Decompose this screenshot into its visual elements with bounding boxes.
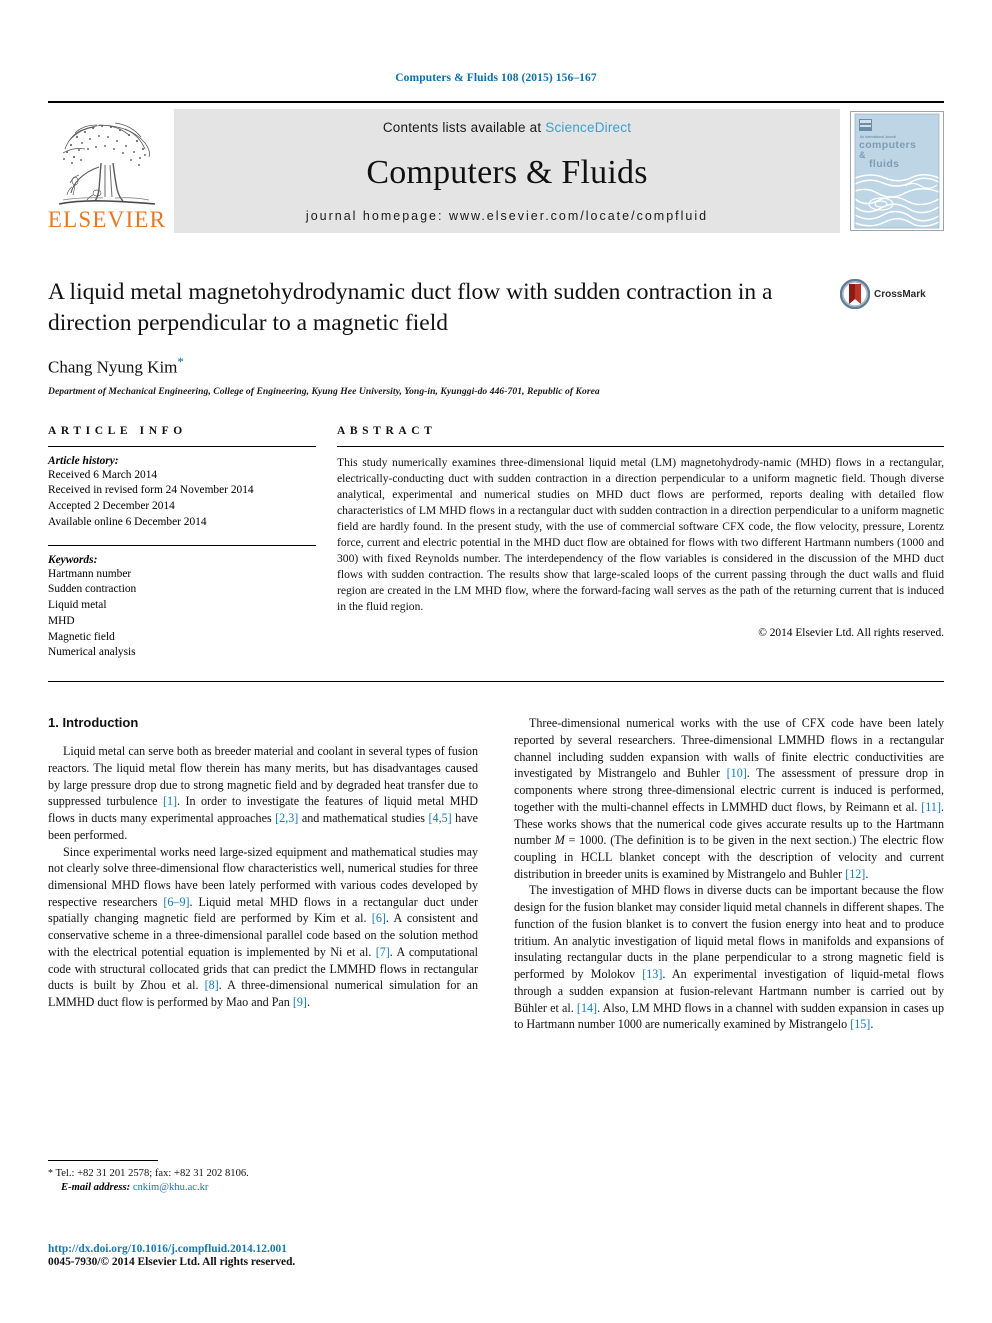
- citation-link[interactable]: [12]: [845, 867, 865, 881]
- keyword-item: MHD: [48, 614, 75, 627]
- journal-title: Computers & Fluids: [366, 154, 648, 191]
- running-head: Computers & Fluids 108 (2015) 156–167: [395, 72, 597, 84]
- paragraph-text: The investigation of MHD flows in divers…: [514, 883, 944, 1032]
- footnote-marker: *: [48, 1168, 53, 1179]
- title-block: A liquid metal magnetohydrodynamic duct …: [48, 277, 944, 397]
- keyword-item: Sudden contraction: [48, 583, 137, 596]
- article-info-column: ARTICLE INFO Article history: Received 6…: [48, 425, 316, 661]
- footnote-tel: * Tel.: +82 31 201 2578; fax: +82 31 202…: [48, 1167, 456, 1182]
- keywords-label: Keywords:: [48, 553, 98, 566]
- elsevier-wordmark: ELSEVIER: [47, 207, 167, 232]
- paragraph: The investigation of MHD flows in divers…: [514, 882, 944, 1033]
- paragraph: Since experimental works need large-size…: [48, 844, 478, 1011]
- issn-copyright-line: 0045-7930/© 2014 Elsevier Ltd. All right…: [48, 1256, 296, 1268]
- journal-cover-thumbnail: An International Journal computers & flu…: [850, 111, 944, 231]
- abstract-rule: [337, 445, 944, 447]
- citation-link[interactable]: [9]: [293, 995, 307, 1009]
- svg-text:computers: computers: [859, 139, 916, 151]
- keyword-item: Liquid metal: [48, 599, 107, 612]
- citation-link[interactable]: [14]: [577, 1001, 597, 1015]
- citation-link[interactable]: [15]: [850, 1017, 870, 1031]
- article-page: Computers & Fluids 108 (2015) 156–167 EL…: [0, 0, 992, 1323]
- body-columns: 1. Introduction Liquid metal can serve b…: [48, 715, 944, 1033]
- journal-masthead: ELSEVIER Contents lists available at Sci…: [48, 101, 944, 233]
- author-list: Chang Nyung Kim*: [48, 354, 944, 378]
- crossmark-badge[interactable]: CrossMark: [840, 279, 944, 309]
- citation-link[interactable]: [7]: [376, 945, 390, 959]
- citation-link[interactable]: [4,5]: [429, 811, 452, 825]
- footnote-rule: [48, 1160, 158, 1161]
- svg-text:&: &: [859, 150, 866, 160]
- keywords-rule: [48, 544, 316, 546]
- citation-link[interactable]: [6]: [372, 911, 386, 925]
- citation-link[interactable]: [6–9]: [163, 895, 189, 909]
- masthead-center-panel: Contents lists available at ScienceDirec…: [174, 109, 840, 233]
- footnote-tel-text: Tel.: +82 31 201 2578; fax: +82 31 202 8…: [55, 1168, 249, 1179]
- corresponding-author-footnote: * Tel.: +82 31 201 2578; fax: +82 31 202…: [48, 1160, 456, 1193]
- affiliation: Department of Mechanical Engineering, Co…: [48, 385, 600, 397]
- citation-link[interactable]: [13]: [642, 967, 662, 981]
- email-link[interactable]: cnkim@khu.ac.kr: [133, 1182, 209, 1193]
- citation-link[interactable]: [2,3]: [275, 811, 298, 825]
- journal-cover-image: An International Journal computers & flu…: [851, 112, 943, 230]
- elsevier-tree-icon: [58, 122, 156, 205]
- article-history-label: Article history:: [48, 454, 119, 467]
- section-heading-introduction: 1. Introduction: [48, 715, 139, 731]
- contents-prefix: Contents lists available at: [382, 120, 546, 135]
- history-item: Received in revised form 24 November 201…: [48, 484, 254, 497]
- keyword-item: Numerical analysis: [48, 646, 136, 659]
- citation-link[interactable]: [1]: [163, 794, 177, 808]
- journal-homepage-link[interactable]: journal homepage: www.elsevier.com/locat…: [306, 209, 708, 223]
- elsevier-logo: ELSEVIER: [48, 109, 166, 233]
- paragraph-text: Three-dimensional numerical works with t…: [514, 716, 945, 881]
- body-column-left: 1. Introduction Liquid metal can serve b…: [48, 715, 478, 1033]
- paragraph: Liquid metal can serve both as breeder m…: [48, 743, 478, 843]
- info-abstract-region: ARTICLE INFO Article history: Received 6…: [48, 425, 944, 661]
- history-item: Available online 6 December 2014: [48, 515, 207, 528]
- abstract-text: This study numerically examines three-di…: [337, 455, 944, 614]
- footer-doi-block: http://dx.doi.org/10.1016/j.compfluid.20…: [48, 1243, 295, 1268]
- citation-link[interactable]: [10]: [727, 766, 747, 780]
- keyword-item: Hartmann number: [48, 567, 132, 580]
- corresponding-author-marker: *: [177, 354, 184, 370]
- keyword-item: Magnetic field: [48, 630, 115, 643]
- history-item: Accepted 2 December 2014: [48, 500, 175, 513]
- citation-link[interactable]: [11]: [921, 800, 941, 814]
- article-info-heading: ARTICLE INFO: [48, 424, 187, 437]
- footnote-email: E-mail address: cnkim@khu.ac.kr: [48, 1182, 456, 1193]
- abstract-heading: ABSTRACT: [337, 424, 437, 437]
- paragraph-text: Since experimental works need large-size…: [48, 844, 478, 1010]
- sciencedirect-link[interactable]: ScienceDirect: [545, 120, 631, 135]
- doi-link[interactable]: http://dx.doi.org/10.1016/j.compfluid.20…: [48, 1243, 295, 1255]
- abstract-copyright: © 2014 Elsevier Ltd. All rights reserved…: [758, 627, 944, 640]
- email-label: E-mail address:: [61, 1181, 131, 1193]
- page-title: A liquid metal magnetohydrodynamic duct …: [48, 279, 773, 336]
- info-rule: [48, 445, 316, 447]
- author-name: Chang Nyung Kim: [48, 357, 178, 377]
- citation-link[interactable]: [8]: [205, 978, 219, 992]
- crossmark-label: CrossMark: [874, 288, 926, 300]
- paragraph-text: Liquid metal can serve both as breeder m…: [48, 744, 478, 842]
- abstract-column: ABSTRACT This study numerically examines…: [337, 425, 944, 661]
- history-item: Received 6 March 2014: [48, 468, 158, 481]
- paragraph: Three-dimensional numerical works with t…: [514, 715, 944, 882]
- section-divider: [48, 681, 944, 683]
- svg-text:fluids: fluids: [869, 158, 899, 170]
- body-column-right: Three-dimensional numerical works with t…: [514, 715, 944, 1033]
- contents-available-line: Contents lists available at ScienceDirec…: [383, 120, 631, 135]
- crossmark-icon: [840, 279, 870, 309]
